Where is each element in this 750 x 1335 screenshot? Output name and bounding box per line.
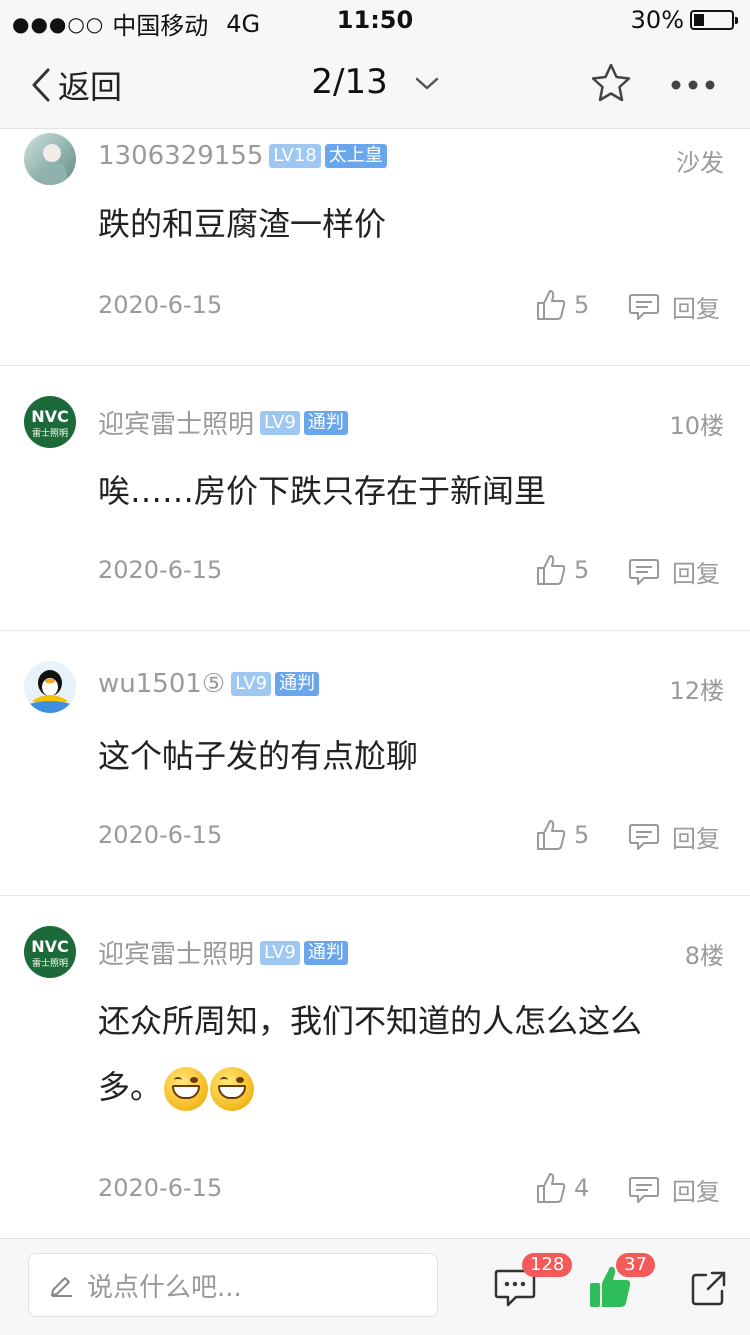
reply-button[interactable]: 回复 (628, 819, 720, 854)
floor-label: 12楼 (669, 677, 724, 705)
comment-list: 1306329155 LV18 太上皇 沙发 跌的和豆腐渣一样价 2020-6-… (0, 129, 750, 1238)
comment-bubble-icon (629, 823, 659, 850)
pencil-icon (51, 1277, 72, 1297)
like-button[interactable]: 5 (536, 289, 589, 321)
nvc-logo-text: NVC (31, 937, 69, 956)
like-count: 5 (574, 821, 590, 849)
avatar[interactable] (24, 661, 76, 713)
username[interactable]: 迎宾雷士照明 (98, 934, 254, 971)
comment-item: 1306329155 LV18 太上皇 沙发 跌的和豆腐渣一样价 2020-6-… (0, 129, 750, 366)
bottom-bar: 说点什么吧... 128 37 (0, 1238, 750, 1335)
grin-emoji-icon (210, 1067, 255, 1111)
thumbs-up-icon (537, 1173, 566, 1203)
favorite-button[interactable] (590, 62, 632, 108)
comment-text: 唉……房价下跌只存在于新闻里 (98, 472, 547, 510)
comment-bubble-icon (629, 558, 659, 585)
comment-item: NVC 雷士照明 迎宾雷士照明 LV9 通判 8楼 还众所周知，我们不知道的人怎么… (0, 896, 750, 1238)
chevron-down-icon (415, 77, 438, 89)
comment-count-badge: 128 (522, 1253, 573, 1277)
like-count: 5 (574, 291, 590, 319)
comment-text-line: 还众所周知，我们不知道的人怎么这么 (98, 1002, 643, 1040)
star-icon (591, 63, 631, 102)
reply-label: 回复 (672, 825, 720, 853)
level-badge: LV9 (260, 410, 300, 435)
post-date: 2020-6-15 (98, 1174, 223, 1202)
nvc-logo-text: NVC (31, 407, 69, 426)
username[interactable]: wu1501⑤ (98, 669, 225, 699)
battery-icon (690, 10, 738, 30)
nvc-sub-text: 雷士照明 (32, 427, 68, 439)
avatar[interactable]: NVC 雷士照明 (24, 396, 76, 448)
like-button[interactable]: 5 (536, 554, 589, 586)
comment-text-line: 多。 (98, 1054, 720, 1120)
floor-label: 沙发 (676, 149, 724, 177)
reply-label: 回复 (672, 560, 720, 588)
nav-bar: 返回 2/13 (0, 40, 750, 129)
battery-percent: 30% (630, 6, 684, 34)
username[interactable]: 1306329155 (98, 141, 263, 171)
reply-button[interactable]: 回复 (628, 289, 720, 324)
post-date: 2020-6-15 (98, 821, 223, 849)
page-indicator: 2/13 (311, 62, 388, 102)
like-count: 5 (574, 556, 590, 584)
thumbs-up-icon (537, 555, 566, 585)
share-icon (691, 1271, 726, 1306)
level-badge: LV9 (260, 940, 300, 965)
post-date: 2020-6-15 (98, 556, 223, 584)
share-button[interactable] (690, 1269, 728, 1311)
comment-item: NVC 雷士照明 迎宾雷士照明 LV9 通判 10楼 唉……房价下跌只存在于新闻里… (0, 366, 750, 631)
page-selector[interactable]: 2/13 (0, 62, 750, 102)
reply-label: 回复 (672, 1178, 720, 1206)
reply-label: 回复 (672, 295, 720, 323)
more-button[interactable] (670, 76, 716, 95)
title-badge: 太上皇 (324, 144, 387, 168)
comments-button[interactable]: 128 (494, 1253, 573, 1313)
like-count-badge: 37 (616, 1253, 655, 1277)
like-button[interactable]: 5 (536, 819, 589, 851)
title-badge: 通判 (303, 410, 348, 435)
reply-button[interactable]: 回复 (628, 554, 720, 589)
like-button[interactable]: 4 (536, 1172, 589, 1204)
status-bar: ●●●○○ 中国移动 4G 11:50 30% (0, 0, 750, 40)
comment-item: wu1501⑤ LV9 通判 12楼 这个帖子发的有点尬聊 2020-6-15 … (0, 631, 750, 896)
floor-label: 8楼 (684, 942, 724, 970)
comment-text: 还众所周知，我们不知道的人怎么这么 多。 (98, 988, 720, 1120)
comment-input[interactable]: 说点什么吧... (28, 1253, 438, 1317)
reply-button[interactable]: 回复 (628, 1172, 720, 1207)
grin-emoji-icon (164, 1067, 209, 1111)
title-badge: 通判 (303, 940, 348, 965)
level-badge: LV18 (269, 144, 321, 168)
comment-bubble-icon (629, 293, 659, 320)
title-badge: 通判 (275, 672, 320, 696)
post-date: 2020-6-15 (98, 291, 223, 319)
nvc-sub-text: 雷士照明 (32, 957, 68, 969)
thumbs-up-icon (537, 820, 566, 850)
comment-text: 这个帖子发的有点尬聊 (98, 737, 419, 775)
like-post-button[interactable]: 37 (588, 1253, 655, 1313)
thumbs-up-icon (537, 290, 566, 320)
avatar[interactable] (24, 133, 76, 185)
input-placeholder: 说点什么吧... (87, 1272, 242, 1303)
more-dots-icon (671, 80, 715, 90)
comment-bubble-icon (629, 1176, 659, 1203)
level-badge: LV9 (231, 672, 272, 696)
comment-text: 跌的和豆腐渣一样价 (98, 205, 387, 243)
floor-label: 10楼 (669, 412, 724, 440)
username[interactable]: 迎宾雷士照明 (98, 404, 254, 441)
avatar[interactable]: NVC 雷士照明 (24, 926, 76, 978)
like-count: 4 (574, 1174, 590, 1202)
